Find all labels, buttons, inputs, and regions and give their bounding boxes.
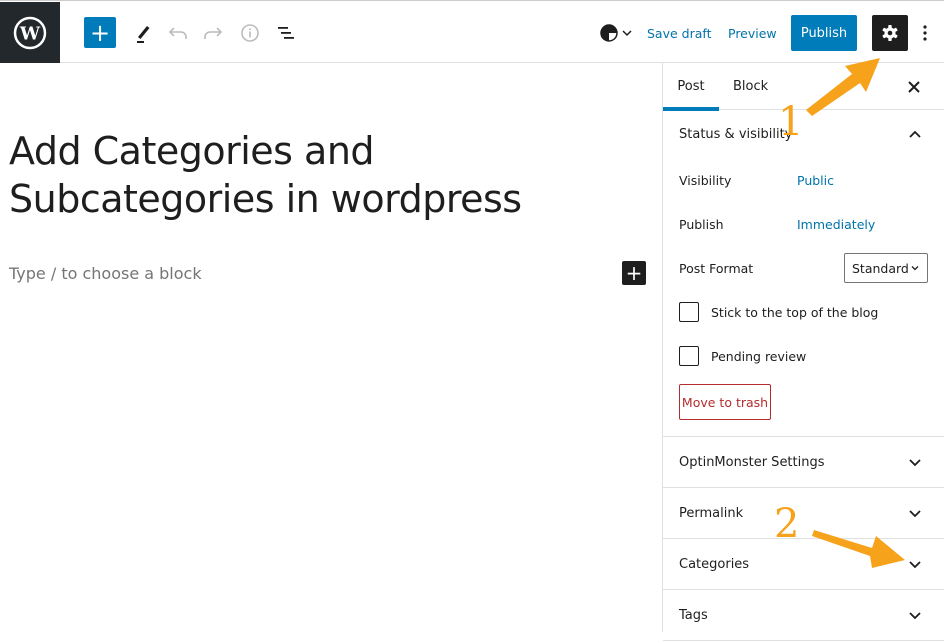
pending-review-checkbox[interactable] xyxy=(679,346,699,366)
visibility-value-button[interactable]: Public xyxy=(797,173,834,188)
publish-label: Publish xyxy=(679,216,724,232)
editor-header: W + Save draft Preview Publish xyxy=(0,0,944,63)
settings-sidebar: Post Block Status & visibility Visibilit… xyxy=(662,63,944,641)
publish-date-button[interactable]: Immediately xyxy=(797,217,875,232)
tags-panel: Tags xyxy=(663,590,944,641)
tab-post[interactable]: Post xyxy=(663,63,719,111)
block-placeholder[interactable]: Type / to choose a block xyxy=(9,264,202,283)
info-icon xyxy=(241,24,259,42)
step-2-label: 2 xyxy=(774,501,800,547)
publish-button[interactable]: Publish xyxy=(791,15,857,51)
edit-tools-button[interactable] xyxy=(128,18,158,48)
move-to-trash-button[interactable]: Move to trash xyxy=(679,384,771,420)
visibility-label: Visibility xyxy=(679,172,732,188)
post-format-label: Post Format xyxy=(679,260,754,276)
sticky-checkbox[interactable] xyxy=(679,302,699,322)
svg-text:W: W xyxy=(19,23,41,44)
post-title[interactable]: Add Categories and Subcategories in word… xyxy=(9,127,609,223)
categories-panel: Categories xyxy=(663,539,944,590)
sticky-option: Stick to the top of the blog xyxy=(663,290,944,334)
close-icon xyxy=(908,81,920,93)
wordpress-icon: W xyxy=(13,16,47,49)
more-options-button[interactable] xyxy=(916,18,934,48)
categories-toggle[interactable]: Categories xyxy=(663,539,944,589)
status-visibility-panel: Status & visibility Visibility Public Pu… xyxy=(663,110,944,437)
chevron-down-icon xyxy=(911,266,919,271)
chevron-down-icon xyxy=(622,30,632,37)
settings-button[interactable] xyxy=(872,15,908,51)
style-switcher-button[interactable] xyxy=(597,21,635,45)
details-button[interactable] xyxy=(235,18,265,48)
panel-title: Permalink xyxy=(679,505,744,521)
chevron-up-icon xyxy=(909,130,921,138)
post-format-row: Post Format Standard xyxy=(663,246,944,290)
undo-button[interactable] xyxy=(163,18,193,48)
permalink-panel: Permalink xyxy=(663,488,944,539)
post-format-value: Standard xyxy=(852,260,909,276)
list-view-icon xyxy=(278,27,294,39)
close-sidebar-button[interactable] xyxy=(902,75,926,99)
chevron-down-icon xyxy=(909,612,921,620)
redo-button[interactable] xyxy=(198,18,228,48)
post-format-select[interactable]: Standard xyxy=(844,253,928,283)
pending-review-label[interactable]: Pending review xyxy=(711,349,806,364)
chevron-down-icon xyxy=(909,510,921,518)
status-visibility-toggle[interactable]: Status & visibility xyxy=(663,110,944,158)
edit-pencil-icon xyxy=(137,26,150,43)
chevron-down-icon xyxy=(909,561,921,569)
add-block-inline-button[interactable]: + xyxy=(622,261,646,285)
gear-icon xyxy=(882,25,898,41)
list-view-button[interactable] xyxy=(271,18,301,48)
redo-icon xyxy=(204,27,223,39)
permalink-toggle[interactable]: Permalink xyxy=(663,488,944,538)
optinmonster-toggle[interactable]: OptinMonster Settings xyxy=(663,437,944,487)
sticky-label[interactable]: Stick to the top of the blog xyxy=(711,305,878,320)
optinmonster-panel: OptinMonster Settings xyxy=(663,437,944,488)
publish-row: Publish Immediately xyxy=(663,202,944,246)
panel-title: Categories xyxy=(679,556,750,572)
wordpress-logo[interactable]: W xyxy=(0,2,60,63)
preview-button[interactable]: Preview xyxy=(728,23,777,43)
panel-title: OptinMonster Settings xyxy=(679,454,825,470)
contrast-circle-icon xyxy=(600,24,618,42)
step-1-label: 1 xyxy=(778,99,804,145)
undo-icon xyxy=(168,27,187,39)
panel-title: Status & visibility xyxy=(679,126,793,142)
sidebar-tabs: Post Block xyxy=(663,63,944,111)
visibility-row: Visibility Public xyxy=(663,158,944,202)
pending-review-option: Pending review xyxy=(663,334,944,378)
vertical-ellipsis-icon xyxy=(923,25,927,41)
save-draft-button[interactable]: Save draft xyxy=(647,23,711,43)
editor-canvas: Add Categories and Subcategories in word… xyxy=(0,63,662,632)
tab-block[interactable]: Block xyxy=(733,63,768,110)
add-block-button[interactable]: + xyxy=(84,17,116,48)
tags-toggle[interactable]: Tags xyxy=(663,590,944,640)
panel-title: Tags xyxy=(679,607,708,623)
chevron-down-icon xyxy=(909,459,921,467)
